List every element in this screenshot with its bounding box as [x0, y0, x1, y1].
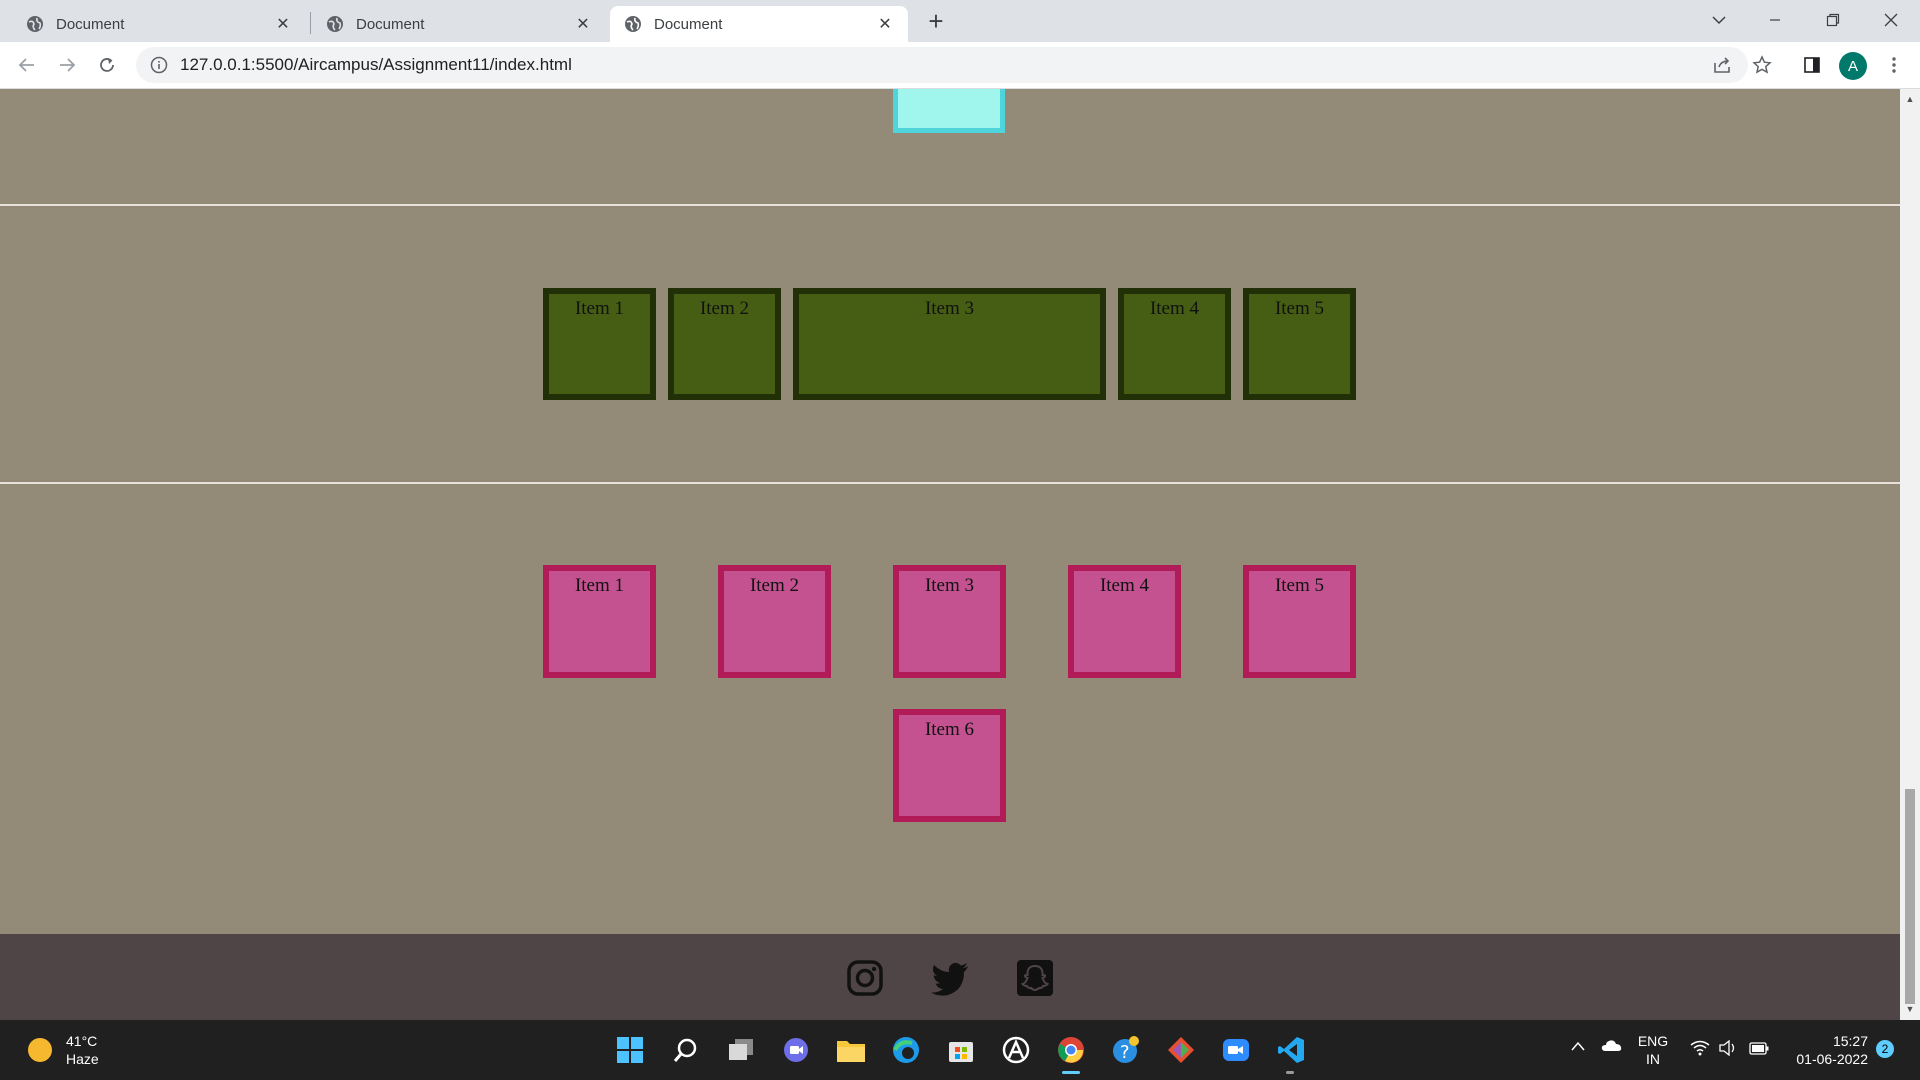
language-indicator[interactable]: ENG IN: [1636, 1032, 1670, 1068]
pink-item-4: Item 4: [1068, 565, 1181, 678]
tab-document-1[interactable]: Document ✕: [12, 6, 306, 42]
green-item-3: Item 3: [793, 288, 1106, 400]
green-item-5: Item 5: [1243, 288, 1356, 400]
twitter-icon[interactable]: [930, 958, 970, 998]
windows-start-icon[interactable]: [614, 1034, 646, 1066]
app-launcher-icon[interactable]: [1000, 1034, 1032, 1066]
reload-button[interactable]: [92, 50, 122, 80]
scroll-up-arrow-icon[interactable]: ▲: [1904, 93, 1916, 105]
pink-item-5: Item 5: [1243, 565, 1356, 678]
microsoft-store-icon[interactable]: [945, 1034, 977, 1066]
notification-badge[interactable]: 2: [1876, 1040, 1894, 1058]
close-tab-icon[interactable]: ✕: [876, 15, 894, 33]
tab-document-2[interactable]: Document ✕: [312, 6, 606, 42]
profile-avatar[interactable]: A: [1839, 52, 1867, 80]
search-icon[interactable]: [670, 1034, 702, 1066]
globe-icon: [26, 15, 44, 33]
svg-text:?: ?: [1120, 1042, 1130, 1063]
zoom-icon[interactable]: [1220, 1034, 1252, 1066]
close-tab-icon[interactable]: ✕: [574, 15, 592, 33]
restore-button[interactable]: [1810, 4, 1856, 36]
onedrive-cloud-icon[interactable]: [1600, 1038, 1622, 1056]
clock[interactable]: 15:27 01-06-2022: [1786, 1032, 1868, 1068]
browser-toolbar: 127.0.0.1:5500/Aircampus/Assignment11/in…: [0, 42, 1920, 89]
menu-kebab-icon[interactable]: [1879, 50, 1909, 80]
new-tab-button[interactable]: +: [922, 8, 950, 36]
forward-button[interactable]: [52, 50, 82, 80]
url-text[interactable]: 127.0.0.1:5500/Aircampus/Assignment11/in…: [180, 55, 572, 75]
tab-title: Document: [654, 15, 723, 33]
tab-search-chevron-icon[interactable]: [1696, 4, 1742, 36]
pink-item-1: Item 1: [543, 565, 656, 678]
tray-overflow-chevron-icon[interactable]: [1570, 1038, 1586, 1056]
green-item-1: Item 1: [543, 288, 656, 400]
tab-title: Document: [56, 15, 125, 33]
vscode-icon[interactable]: [1275, 1034, 1307, 1066]
weather-temp: 41°C: [66, 1033, 98, 1049]
edge-browser-icon[interactable]: [890, 1034, 922, 1066]
weather-widget[interactable]: 41°C Haze: [28, 1032, 99, 1068]
snapchat-icon[interactable]: [1015, 958, 1055, 998]
bookmark-star-icon[interactable]: [1747, 50, 1777, 80]
close-window-button[interactable]: [1868, 4, 1914, 36]
clock-date: 01-06-2022: [1796, 1051, 1868, 1067]
scrollbar-thumb[interactable]: [1905, 789, 1915, 1004]
globe-icon: [326, 15, 344, 33]
minimize-button[interactable]: [1752, 4, 1798, 36]
language-region: IN: [1646, 1051, 1660, 1067]
chat-icon[interactable]: [780, 1034, 812, 1066]
page-scrollbar[interactable]: ▲ ▼: [1900, 89, 1920, 1020]
volume-icon[interactable]: [1718, 1039, 1738, 1060]
section-divider: [0, 482, 1900, 484]
green-item-4: Item 4: [1118, 288, 1231, 400]
green-item-2: Item 2: [668, 288, 781, 400]
pink-item-3: Item 3: [893, 565, 1006, 678]
close-tab-icon[interactable]: ✕: [274, 15, 292, 33]
battery-icon[interactable]: [1748, 1040, 1770, 1060]
tab-strip: Document ✕ Document ✕ Document ✕ +: [0, 0, 1920, 42]
share-icon[interactable]: [1707, 50, 1737, 80]
weather-condition: Haze: [66, 1051, 99, 1067]
address-bar[interactable]: 127.0.0.1:5500/Aircampus/Assignment11/in…: [136, 47, 1748, 83]
scroll-down-arrow-icon[interactable]: ▼: [1904, 1003, 1916, 1015]
pink-item-6: Item 6: [893, 709, 1006, 822]
open-app-indicator: [1286, 1071, 1294, 1074]
pink-item-2: Item 2: [718, 565, 831, 678]
globe-icon: [624, 15, 642, 33]
help-icon[interactable]: ?: [1110, 1034, 1142, 1066]
instagram-icon[interactable]: [845, 958, 885, 998]
page-footer: [0, 934, 1900, 1020]
windows-taskbar: 41°C Haze ? ENG IN 15:27 01-06-2022: [0, 1020, 1920, 1080]
cyan-box: [893, 89, 1005, 133]
chrome-icon[interactable]: [1055, 1034, 1087, 1066]
git-tool-icon[interactable]: [1165, 1034, 1197, 1066]
language-code: ENG: [1637, 1033, 1669, 1049]
back-button[interactable]: [12, 50, 42, 80]
wifi-icon[interactable]: [1690, 1040, 1710, 1060]
tab-document-3-active[interactable]: Document ✕: [610, 6, 908, 42]
task-view-icon[interactable]: [725, 1034, 757, 1066]
file-explorer-icon[interactable]: [835, 1034, 867, 1066]
clock-time: 15:27: [1832, 1033, 1868, 1049]
tab-separator: [310, 12, 311, 34]
info-icon[interactable]: [150, 56, 168, 74]
section-divider: [0, 204, 1900, 206]
tab-title: Document: [356, 15, 425, 33]
page-viewport: Item 1 Item 2 Item 3 Item 4 Item 5 Item …: [0, 89, 1900, 1020]
sun-icon: [28, 1038, 52, 1062]
side-panel-icon[interactable]: [1797, 50, 1827, 80]
active-app-indicator: [1062, 1071, 1080, 1074]
